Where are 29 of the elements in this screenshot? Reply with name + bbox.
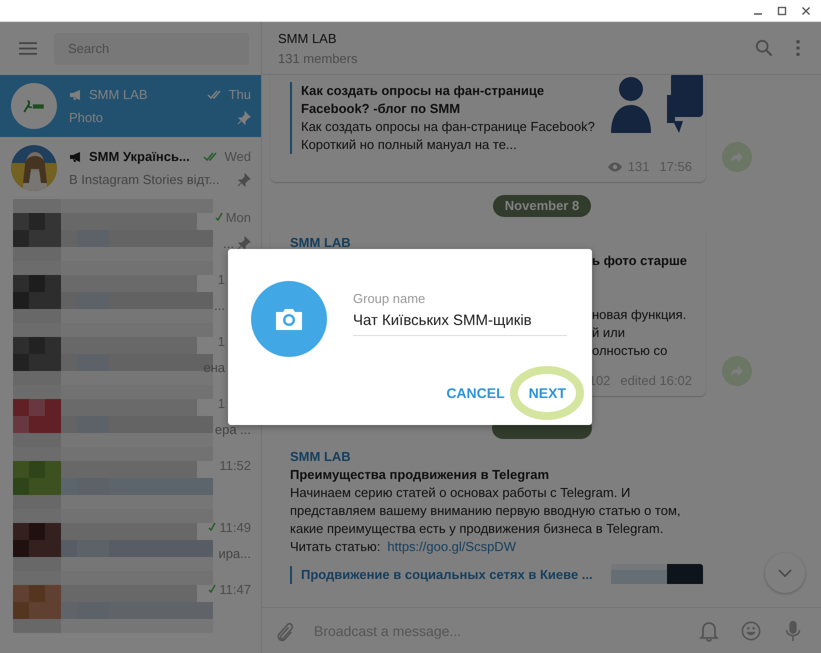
article-link[interactable]: https://goo.gl/ScspDW (387, 538, 516, 556)
chat-snippet: ... (214, 298, 225, 312)
chat-snippet: В Instagram Stories відт... (69, 172, 220, 187)
chat-snippet: ера ... (214, 422, 251, 436)
chat-time: Thu (228, 87, 251, 102)
sender-name: SMM LAB (290, 234, 352, 252)
preview-site[interactable]: Продвижение в социальных сетях в Киеве ... (301, 566, 593, 584)
field-label: Group name (353, 290, 426, 306)
chat-snippet: ена (203, 360, 225, 374)
chat-title: SMM LAB (278, 30, 338, 46)
chat-name: SMM Українсь... (89, 149, 191, 164)
date-pill: November 8 (492, 195, 592, 217)
message-text: й или (592, 324, 626, 342)
message-text: олностью со (592, 342, 668, 360)
chat-snippet: ира... (218, 546, 251, 560)
sender-name: SMM LAB (290, 448, 352, 466)
preview-title: Как создать опросы на фан-странице Facebook? -блог по SMM (301, 82, 546, 118)
message-title: Преимущества продвижения в Telegram (290, 466, 550, 484)
group-name-field[interactable]: Чат Київських SMM-щиків (353, 312, 567, 336)
message-text: Начинаем серию статей о основах работы с Telegram. И представляем вашему вниманию первую вводную статью о том, какие преимущества есть у продвижения бизнеса в Telegram. (290, 484, 682, 538)
message-text: новая функция. (592, 306, 688, 324)
chat-snippet: Photo (69, 110, 104, 125)
link-label: Читать статью: (290, 538, 380, 556)
dialog-button[interactable]: CANCEL (438, 379, 513, 407)
chat-name: SMM LAB (89, 87, 149, 102)
chat-item[interactable]: SMM LAB Thu Photo (0, 75, 261, 137)
preview-text: Как создать опросы на фан-странице Facebook? Короткий но полный мануал на те... (301, 118, 596, 154)
message-text: ь фото старше (592, 252, 688, 270)
chat-snippet: ... (223, 236, 234, 250)
